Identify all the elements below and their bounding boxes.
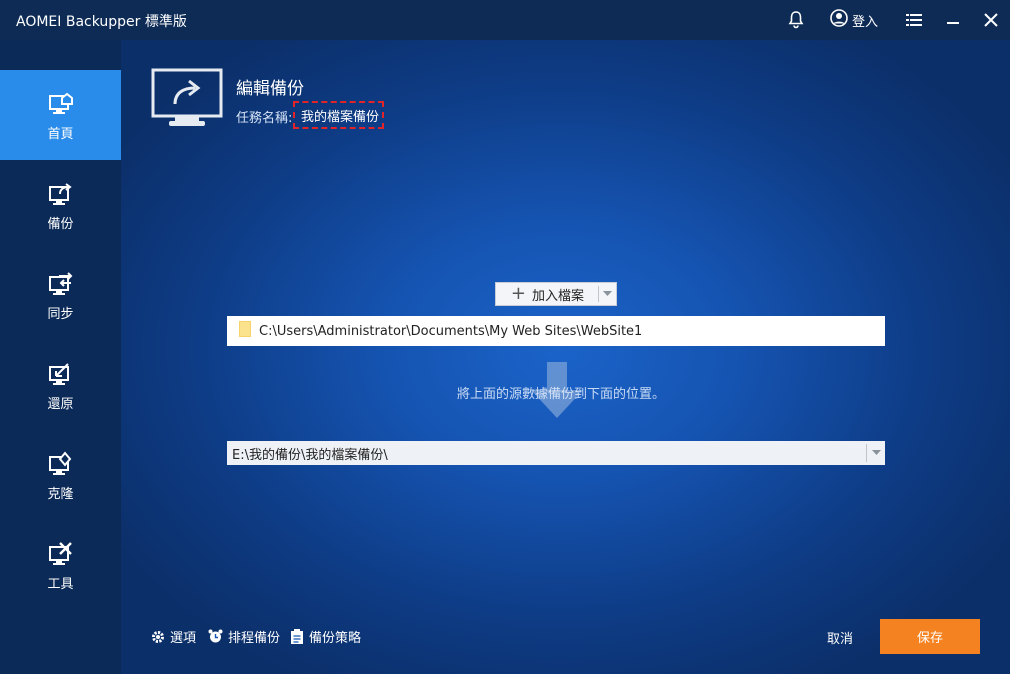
- chevron-down-icon[interactable]: [867, 450, 885, 456]
- source-path: C:\Users\Administrator\Documents\My Web …: [259, 323, 643, 339]
- gear-icon: [152, 630, 164, 643]
- sidebar-item-tools[interactable]: 工具: [0, 520, 121, 610]
- folder-icon: [239, 321, 251, 341]
- options-button[interactable]: 選項: [151, 627, 196, 646]
- cancel-button[interactable]: 取消: [827, 628, 853, 647]
- destination-path: E:\我的備份\我的檔案備份\: [232, 447, 388, 463]
- restore-icon: [48, 362, 69, 385]
- login-label: 登入: [852, 14, 879, 30]
- menu-icon[interactable]: [904, 10, 924, 30]
- sidebar-item-label: 備份: [47, 216, 74, 232]
- login-button[interactable]: 登入: [830, 9, 879, 31]
- close-icon[interactable]: [981, 10, 1001, 30]
- monitor-share-icon: [151, 68, 223, 126]
- title-bar: AOMEI Backupper 標準版 登入: [0, 0, 1010, 40]
- add-file-button[interactable]: + 加入檔案: [495, 282, 617, 306]
- sidebar-item-label: 工具: [47, 576, 74, 592]
- minimize-icon[interactable]: [943, 10, 963, 30]
- schedule-button[interactable]: 排程備份: [208, 627, 280, 646]
- tools-icon: [48, 541, 72, 565]
- sidebar-item-label: 同步: [47, 306, 74, 322]
- sidebar-item-clone[interactable]: 克隆: [0, 430, 121, 520]
- clipboard-icon: [291, 629, 303, 644]
- schedule-label: 排程備份: [228, 631, 281, 646]
- backup-icon: [48, 182, 72, 205]
- clone-icon: [48, 450, 71, 475]
- destination-selector[interactable]: E:\我的備份\我的檔案備份\: [227, 441, 885, 465]
- scheme-label: 備份策略: [309, 631, 362, 646]
- sidebar: 首頁 備份 同步 還原 克隆 工具: [0, 40, 121, 674]
- sidebar-item-restore[interactable]: 還原: [0, 340, 121, 430]
- task-name-field[interactable]: 我的檔案備份: [293, 101, 384, 129]
- sidebar-item-label: 還原: [47, 396, 74, 412]
- plus-icon: +: [510, 283, 526, 304]
- add-file-label: 加入檔案: [532, 288, 585, 304]
- main-panel: 編輯備份 任務名稱: 我的檔案備份 + 加入檔案 C:\Users\Admini…: [121, 40, 1010, 674]
- options-label: 選項: [170, 631, 197, 646]
- user-icon: [830, 9, 848, 31]
- sidebar-item-label: 克隆: [47, 486, 74, 502]
- sidebar-item-backup[interactable]: 備份: [0, 160, 121, 250]
- page-title: 編輯備份: [236, 79, 304, 99]
- bell-icon[interactable]: [786, 10, 806, 30]
- app-title: AOMEI Backupper 標準版: [16, 14, 187, 30]
- sync-icon: [48, 271, 72, 295]
- alarm-clock-icon: [208, 629, 223, 643]
- task-name-label: 任務名稱:: [236, 111, 293, 126]
- backup-scheme-button[interactable]: 備份策略: [290, 627, 361, 646]
- chevron-down-icon[interactable]: [599, 291, 616, 297]
- save-button[interactable]: 保存: [880, 619, 980, 654]
- sidebar-item-sync[interactable]: 同步: [0, 250, 121, 340]
- hint-text: 將上面的源數據備份到下面的位置。: [456, 387, 665, 402]
- source-item[interactable]: C:\Users\Administrator\Documents\My Web …: [227, 316, 885, 346]
- sidebar-item-home[interactable]: 首頁: [0, 70, 121, 160]
- sidebar-item-label: 首頁: [47, 126, 74, 142]
- home-monitor-icon: [48, 92, 73, 114]
